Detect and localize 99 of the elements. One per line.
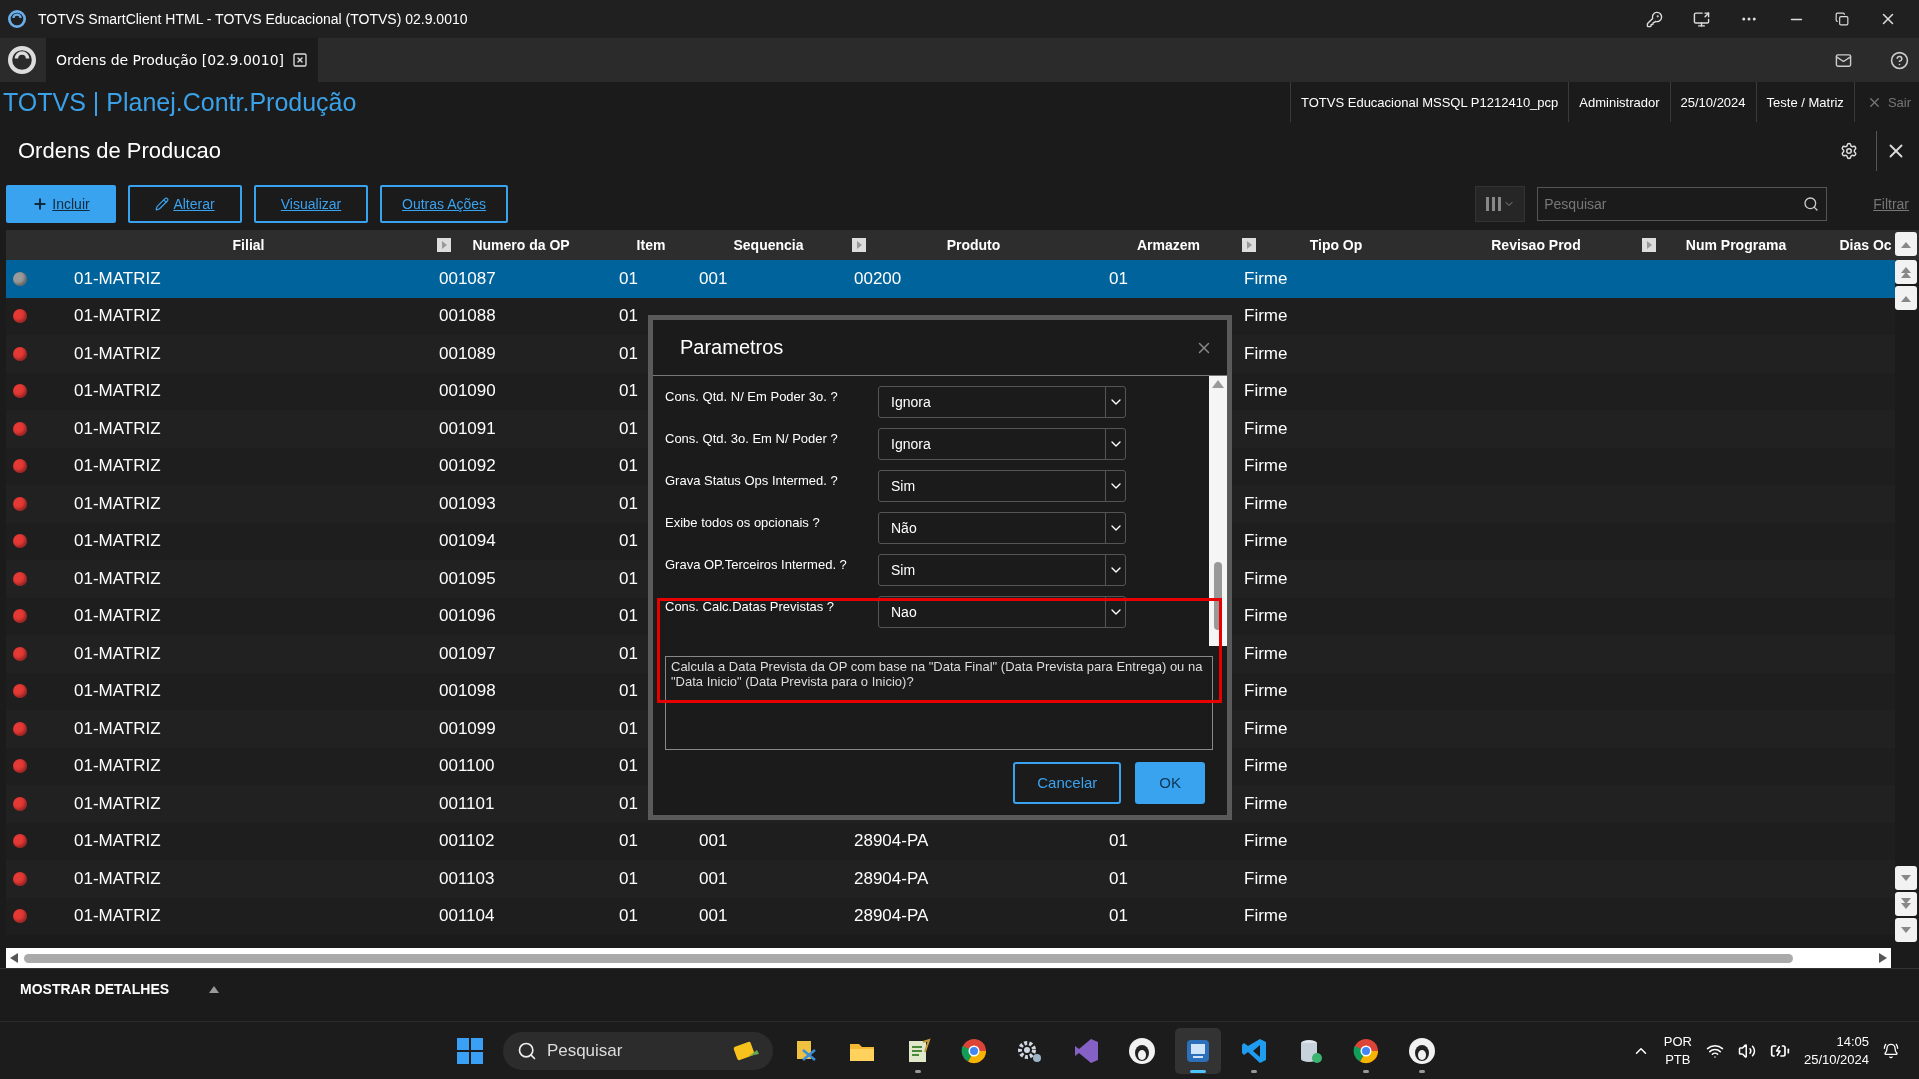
- table-cell: Firme: [1244, 793, 1288, 814]
- table-cell: 01-MATRIZ: [74, 756, 161, 777]
- table-cell: 01-MATRIZ: [74, 793, 161, 814]
- table-cell: 01: [619, 868, 638, 889]
- session-info: Teste / Matriz: [1755, 82, 1854, 122]
- table-cell: 01: [619, 568, 638, 589]
- table-cell: 01-MATRIZ: [74, 343, 161, 364]
- table-cell: 01-MATRIZ: [74, 606, 161, 627]
- table-cell: 001097: [439, 643, 496, 664]
- table-cell: Firme: [1244, 568, 1288, 589]
- table-cell: 01-MATRIZ: [74, 718, 161, 739]
- description-box: Calcula a Data Prevista da OP com base na "Data Final" (Data Prevista para Entrega) ou na "Data Inicio" (Data Prevista para o Inicio)?: [665, 656, 1213, 750]
- table-cell: 01: [619, 681, 638, 702]
- table-cell: Firme: [1244, 756, 1288, 777]
- table-cell: Firme: [1244, 643, 1288, 664]
- table-cell: 01: [619, 381, 638, 402]
- table-cell: 01-MATRIZ: [74, 418, 161, 439]
- table-cell: 001101: [439, 793, 495, 814]
- table-cell: Firme: [1244, 493, 1288, 514]
- table-cell: 01: [619, 606, 638, 627]
- table-cell: 01: [619, 831, 638, 852]
- table-cell: 01-MATRIZ: [74, 493, 161, 514]
- table-cell: 28904-PA: [854, 868, 929, 889]
- table-cell: 001: [699, 906, 728, 927]
- table-cell: 001093: [439, 493, 496, 514]
- table-cell: 001094: [439, 531, 496, 552]
- table-cell: 01: [619, 718, 638, 739]
- table-cell: 001099: [439, 718, 496, 739]
- table-cell: 001100: [439, 756, 495, 777]
- parameter-label: Cons. Calc.Datas Previstas ?: [665, 598, 836, 614]
- table-cell: 001: [699, 868, 728, 889]
- table-cell: 001: [699, 268, 728, 289]
- table-cell: 01-MATRIZ: [74, 568, 161, 589]
- table-cell: 01-MATRIZ: [74, 906, 161, 927]
- parameter-label: Grava OP.Terceiros Intermed. ?: [665, 556, 848, 572]
- table-cell: 01-MATRIZ: [74, 831, 161, 852]
- module-title: TOTVS | Planej.Contr.Produção: [2, 87, 358, 117]
- table-cell: 00200: [854, 268, 902, 289]
- table-cell: Firme: [1244, 418, 1288, 439]
- table-cell: 001089: [439, 343, 496, 364]
- table-cell: 001088: [439, 306, 496, 327]
- table-cell: 01: [619, 906, 638, 927]
- table-cell: Firme: [1244, 868, 1288, 889]
- table-cell: 01: [1109, 268, 1128, 289]
- table-cell: 01-MATRIZ: [74, 268, 161, 289]
- table-cell: 01-MATRIZ: [74, 643, 161, 664]
- table-cell: 01: [619, 493, 638, 514]
- table-cell: 001095: [439, 568, 496, 589]
- table-cell: 01: [619, 793, 638, 814]
- table-cell: 001104: [439, 906, 495, 927]
- table-cell: 01-MATRIZ: [74, 681, 161, 702]
- table-cell: 01: [619, 756, 638, 777]
- table-cell: 01: [1109, 906, 1128, 927]
- table-cell: 01-MATRIZ: [74, 381, 161, 402]
- table-cell: 001090: [439, 381, 496, 402]
- table-cell: Firme: [1244, 681, 1288, 702]
- table-cell: 01: [619, 643, 638, 664]
- page-title: Ordens de Producao: [18, 138, 223, 164]
- parameter-label: Cons. Qtd. N/ Em Poder 3o. ?: [665, 388, 839, 404]
- table-cell: 01: [619, 456, 638, 477]
- table-cell: Firme: [1244, 831, 1288, 852]
- table-cell: 001092: [439, 456, 496, 477]
- table-cell: 01: [619, 306, 638, 327]
- table-cell: 01: [1109, 868, 1128, 889]
- table-cell: 28904-PA: [854, 906, 929, 927]
- table-cell: 01: [619, 418, 638, 439]
- table-cell: 001: [699, 831, 728, 852]
- table-cell: 01-MATRIZ: [74, 531, 161, 552]
- table-cell: Firme: [1244, 606, 1288, 627]
- window-title: TOTVS SmartClient HTML - TOTVS Educacional (TOTVS) 02.9.0010: [38, 11, 469, 27]
- table-cell: 001091: [439, 418, 496, 439]
- table-cell: Firme: [1244, 531, 1288, 552]
- table-cell: Firme: [1244, 381, 1288, 402]
- table-cell: 01-MATRIZ: [74, 456, 161, 477]
- table-cell: 001103: [439, 868, 495, 889]
- table-cell: 001102: [439, 831, 495, 852]
- table-cell: 01: [619, 531, 638, 552]
- table-cell: Firme: [1244, 343, 1288, 364]
- table-cell: Firme: [1244, 718, 1288, 739]
- table-cell: 01: [619, 268, 638, 289]
- table-cell: 01-MATRIZ: [74, 306, 161, 327]
- table-cell: 28904-PA: [854, 831, 929, 852]
- table-cell: Firme: [1244, 906, 1288, 927]
- parameter-label: Grava Status Ops Intermed. ?: [665, 472, 839, 488]
- table-cell: 01-MATRIZ: [74, 868, 161, 889]
- table-cell: 001087: [439, 268, 496, 289]
- table-cell: 01: [1109, 831, 1128, 852]
- table-cell: Firme: [1244, 268, 1288, 289]
- parameter-label: Exibe todos os opcionais ?: [665, 514, 821, 530]
- table-cell: 01: [619, 343, 638, 364]
- table-cell: 001098: [439, 681, 496, 702]
- table-cell: 001096: [439, 606, 496, 627]
- parameter-label: Cons. Qtd. 3o. Em N/ Poder ?: [665, 430, 839, 446]
- session-info: TOTVS Educacional MSSQL P1212410_pcp: [1290, 82, 1569, 122]
- table-cell: Firme: [1244, 306, 1288, 327]
- session-info: Administrador: [1568, 82, 1670, 122]
- session-info: 25/10/2024: [1669, 82, 1756, 122]
- table-cell: Firme: [1244, 456, 1288, 477]
- dialog-title: Parametros: [680, 336, 785, 359]
